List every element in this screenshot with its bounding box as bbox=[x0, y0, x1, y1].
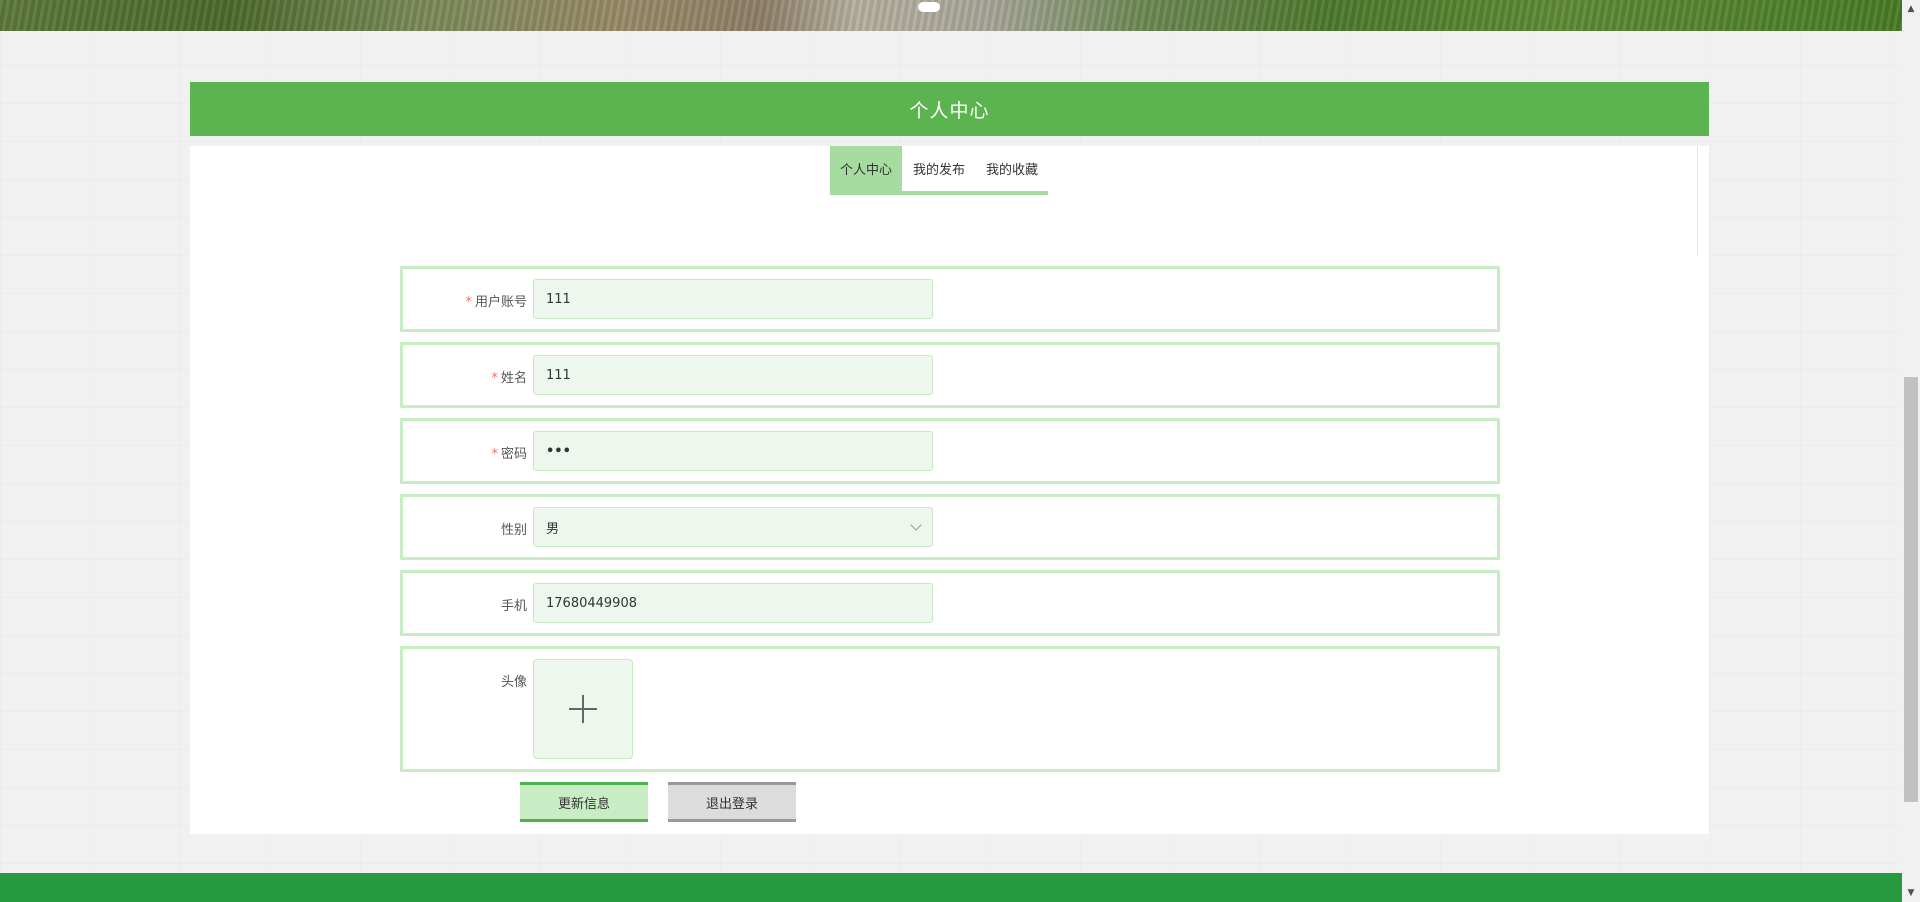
name-label: * 姓名 bbox=[491, 371, 527, 386]
tab-my-posts[interactable]: 我的发布 bbox=[902, 146, 976, 191]
form-row-account: * 用户账号 111 bbox=[400, 266, 1500, 332]
divider bbox=[1697, 146, 1698, 256]
account-label: * 用户账号 bbox=[465, 295, 527, 310]
gender-label: 性别 bbox=[500, 523, 527, 538]
plus-icon bbox=[569, 695, 597, 723]
footer bbox=[0, 873, 1902, 902]
form-row-phone: 手机 17680449908 bbox=[400, 570, 1500, 636]
scroll-down-icon[interactable]: ▼ bbox=[1902, 884, 1920, 902]
page-title: 个人中心 bbox=[190, 82, 1709, 136]
logout-button[interactable]: 退出登录 bbox=[668, 782, 796, 822]
form-row-gender: 性别 男 bbox=[400, 494, 1500, 560]
profile-tabs: 个人中心 我的发布 我的收藏 bbox=[830, 146, 1049, 195]
avatar-label: 头像 bbox=[500, 675, 527, 690]
gender-value: 男 bbox=[546, 521, 560, 537]
update-info-button[interactable]: 更新信息 bbox=[520, 782, 648, 822]
form-row-password: * 密码 ••• bbox=[400, 418, 1500, 484]
required-mark: * bbox=[465, 295, 472, 310]
scroll-up-icon[interactable]: ▲ bbox=[1902, 0, 1920, 18]
required-mark: * bbox=[491, 447, 498, 462]
tab-my-favorites[interactable]: 我的收藏 bbox=[975, 146, 1049, 191]
name-input[interactable]: 111 bbox=[533, 355, 933, 395]
phone-label: 手机 bbox=[500, 599, 527, 614]
page-scrollbar[interactable]: ▲ ▼ bbox=[1902, 0, 1920, 902]
form-row-name: * 姓名 111 bbox=[400, 342, 1500, 408]
avatar-uploader[interactable] bbox=[533, 659, 633, 759]
form-row-avatar: 头像 bbox=[400, 646, 1500, 772]
tab-profile[interactable]: 个人中心 bbox=[830, 146, 903, 191]
required-mark: * bbox=[491, 371, 498, 386]
password-input[interactable]: ••• bbox=[533, 431, 933, 471]
password-label: * 密码 bbox=[491, 447, 527, 462]
chevron-down-icon bbox=[910, 519, 922, 531]
scroll-thumb[interactable] bbox=[1904, 377, 1918, 802]
carousel-indicator[interactable] bbox=[918, 2, 940, 12]
gender-select[interactable]: 男 bbox=[533, 507, 933, 547]
banner-image bbox=[0, 0, 1902, 31]
phone-input[interactable]: 17680449908 bbox=[533, 583, 933, 623]
account-input[interactable]: 111 bbox=[533, 279, 933, 319]
